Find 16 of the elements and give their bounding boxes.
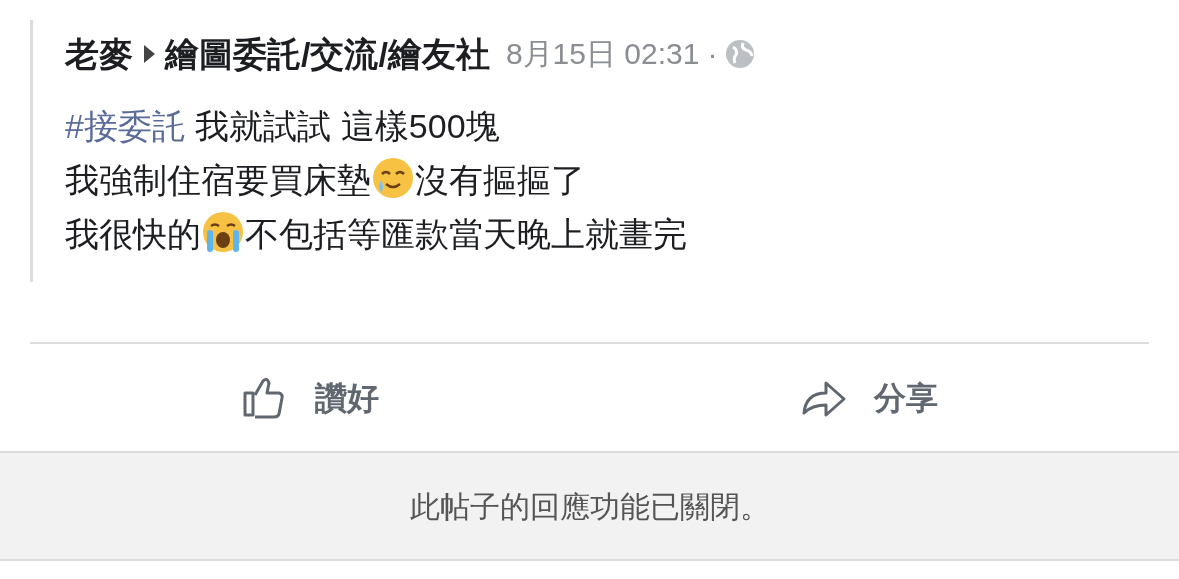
crying-emoji-icon (201, 209, 245, 254)
action-button[interactable]: 讚好 (234, 371, 385, 424)
post-text: 沒有摳摳了 (415, 160, 585, 199)
separator-dot: · (707, 36, 718, 73)
post-text: 我強制住宿要買床墊 (65, 160, 371, 199)
smiling-tear-emoji-icon (371, 155, 415, 200)
post-text: 我很快的 (65, 214, 201, 253)
author-name[interactable]: 老麥 (65, 34, 133, 75)
hashtag-link[interactable]: #接委託 (65, 106, 186, 145)
post-text: 我就試試 這樣500塊 (194, 106, 500, 145)
post-time[interactable]: 8月15日 02:31 (505, 36, 700, 73)
comments-closed-notice: 此帖子的回應功能已關閉。 (409, 488, 770, 525)
globe-icon (725, 39, 756, 70)
group-name[interactable]: 繪圖委託/交流/繪友社 (165, 34, 490, 75)
action-button[interactable]: 分享 (794, 371, 945, 424)
post-text: 不包括等匯款當天晚上就畫完 (245, 214, 687, 253)
